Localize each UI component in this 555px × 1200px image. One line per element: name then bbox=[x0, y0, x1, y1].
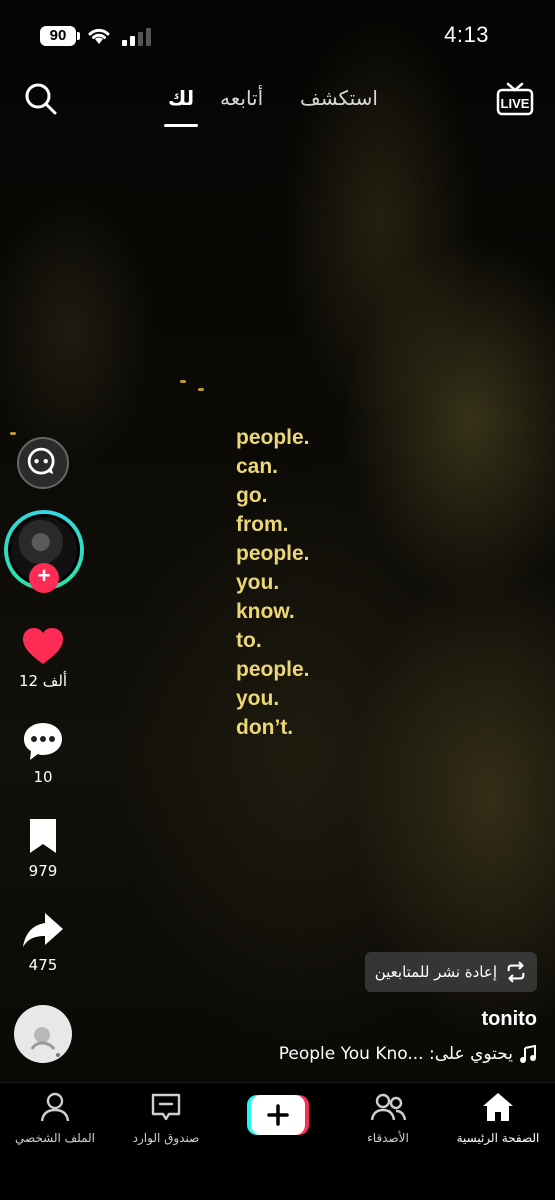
bookmark-button[interactable]: 979 bbox=[0, 816, 86, 880]
share-button[interactable]: 475 bbox=[0, 910, 86, 974]
top-nav: استكشف أتابعه لك LIVE bbox=[0, 78, 555, 128]
video-caption-text: people. can. go. from. people. you. know… bbox=[236, 423, 310, 742]
caption-line: people. bbox=[236, 542, 310, 565]
sound-disc[interactable] bbox=[14, 1005, 72, 1063]
comment-button[interactable]: 10 bbox=[0, 720, 86, 786]
comment-count: 10 bbox=[33, 768, 53, 786]
creator-username[interactable]: tonito bbox=[481, 1008, 537, 1031]
like-count: 12 ألف bbox=[18, 672, 68, 690]
nav-inbox-label: صندوق الوارد bbox=[132, 1131, 200, 1145]
caption-line: don’t. bbox=[236, 716, 294, 739]
music-text: People You Kno... :يحتوي على bbox=[278, 1044, 513, 1064]
share-icon bbox=[23, 913, 63, 947]
bottom-nav: الملف الشخصي صندوق الوارد الأصدقاء الصفح… bbox=[0, 1082, 555, 1200]
inbox-icon bbox=[151, 1093, 181, 1121]
wifi-icon bbox=[88, 28, 110, 44]
caption-line: you. bbox=[236, 571, 280, 594]
ai-assistant-button[interactable] bbox=[17, 437, 69, 489]
live-icon[interactable]: LIVE bbox=[496, 80, 534, 118]
nav-inbox[interactable]: صندوق الوارد bbox=[111, 1091, 221, 1145]
caption-line: go. bbox=[236, 484, 268, 507]
caption-line: can. bbox=[236, 455, 279, 478]
nav-home-label: الصفحة الرئيسية bbox=[456, 1131, 540, 1145]
nav-profile[interactable]: الملف الشخصي bbox=[0, 1091, 110, 1145]
caption-line: you. bbox=[236, 687, 280, 710]
music-info[interactable]: People You Kno... :يحتوي على bbox=[279, 1044, 537, 1064]
tab-following[interactable]: أتابعه bbox=[220, 86, 263, 110]
repost-label: إعادة نشر للمتابعين bbox=[374, 963, 497, 981]
nav-friends[interactable]: الأصدقاء bbox=[333, 1091, 443, 1145]
share-count: 475 bbox=[28, 956, 58, 974]
search-icon[interactable] bbox=[24, 82, 58, 116]
svg-text:LIVE: LIVE bbox=[501, 96, 530, 111]
follow-button[interactable]: + bbox=[29, 563, 59, 593]
heart-icon bbox=[23, 628, 63, 664]
bookmark-icon bbox=[30, 819, 56, 853]
caption-line: to. bbox=[236, 629, 262, 652]
clock: 4:13 bbox=[444, 22, 489, 47]
caption-line: from. bbox=[236, 513, 289, 536]
repost-button[interactable]: إعادة نشر للمتابعين bbox=[364, 952, 537, 992]
tab-for-you[interactable]: لك bbox=[168, 86, 194, 110]
like-button[interactable]: 12 ألف bbox=[0, 626, 86, 690]
friends-icon bbox=[370, 1093, 407, 1121]
comment-icon bbox=[24, 723, 62, 760]
nav-home[interactable]: الصفحة الرئيسية bbox=[443, 1091, 553, 1145]
bookmark-count: 979 bbox=[28, 862, 58, 880]
tab-explore[interactable]: استكشف bbox=[300, 86, 378, 110]
music-note-icon bbox=[520, 1045, 536, 1063]
caption-line: people. bbox=[236, 658, 310, 681]
nav-friends-label: الأصدقاء bbox=[367, 1131, 409, 1145]
battery-indicator: 90 bbox=[40, 26, 80, 46]
nav-profile-label: الملف الشخصي bbox=[15, 1131, 95, 1145]
caption-line: people. bbox=[236, 426, 310, 449]
signal-icon bbox=[122, 28, 151, 46]
active-tab-indicator bbox=[164, 124, 198, 127]
profile-icon bbox=[40, 1092, 70, 1122]
chatbot-icon bbox=[27, 447, 55, 475]
home-icon bbox=[483, 1093, 513, 1121]
caption-line: know. bbox=[236, 600, 295, 623]
sound-thumbnail-icon bbox=[30, 1027, 60, 1057]
repost-icon bbox=[507, 961, 525, 983]
status-bar: 90 4:13 bbox=[0, 0, 555, 72]
create-button[interactable] bbox=[247, 1095, 309, 1135]
